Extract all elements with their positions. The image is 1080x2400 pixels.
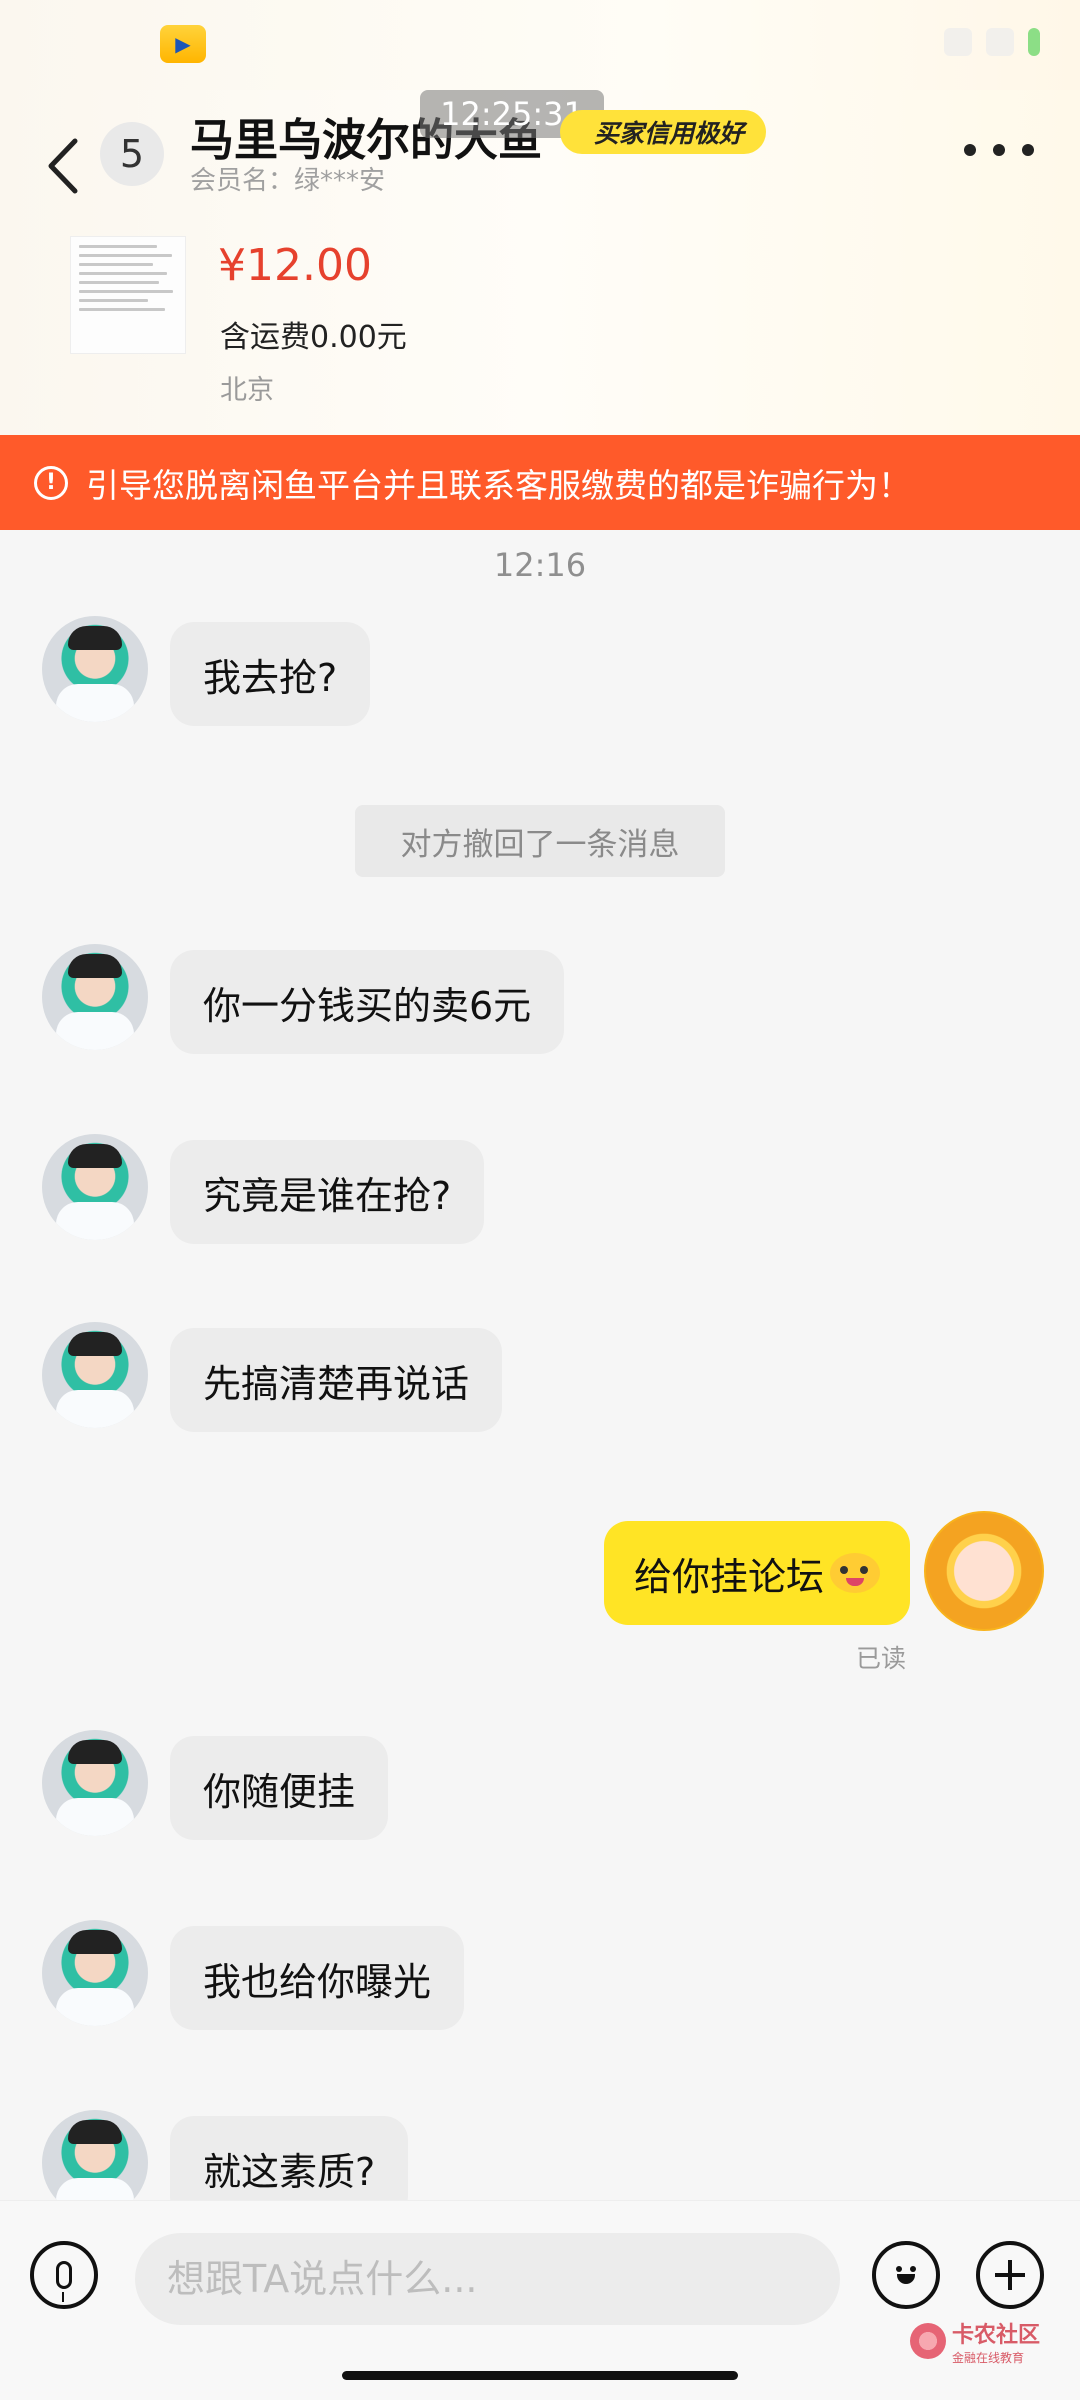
peer-message-bubble[interactable]: 你一分钱买的卖6元 bbox=[170, 950, 565, 1054]
fraud-warning-banner: ! 引导您脱离闲鱼平台并且联系客服缴费的都是诈骗行为！ bbox=[0, 435, 1080, 530]
peer-avatar[interactable] bbox=[42, 2110, 148, 2200]
shipping-fee: 含运费0.00元 bbox=[220, 320, 407, 355]
my-message-text: 给你挂论坛 bbox=[633, 1554, 824, 1599]
product-price: ¥12.00 bbox=[218, 240, 372, 291]
peer-avatar[interactable] bbox=[42, 1322, 148, 1428]
peer-avatar[interactable] bbox=[42, 1920, 148, 2026]
message-input[interactable] bbox=[135, 2233, 840, 2325]
crying-laughing-emoji-icon bbox=[830, 1553, 880, 1593]
product-location: 北京 bbox=[220, 375, 274, 406]
peer-avatar[interactable] bbox=[42, 1730, 148, 1836]
back-button[interactable] bbox=[38, 126, 88, 206]
credit-badge: 买家信用极好 bbox=[560, 110, 767, 154]
more-button[interactable] bbox=[964, 130, 1034, 170]
xianyu-app-icon: ▶ bbox=[160, 25, 206, 63]
conversation-header: 5 马里乌波尔的大鱼 12:25:31 买家信用极好 会员名：绿***安 ¥12… bbox=[0, 90, 1080, 435]
my-avatar[interactable] bbox=[924, 1511, 1044, 1631]
voice-button[interactable] bbox=[30, 2241, 98, 2309]
peer-message-bubble[interactable]: 先搞清楚再说话 bbox=[170, 1328, 503, 1432]
chat-screen: ▶ 5 马里乌波尔的大鱼 12:25:31 买家信用极好 会员名：绿***安 ¥… bbox=[0, 0, 1080, 2400]
member-name: 会员名：绿***安 bbox=[190, 166, 386, 196]
unread-count-badge[interactable]: 5 bbox=[100, 122, 164, 186]
product-thumbnail[interactable] bbox=[70, 236, 186, 354]
alert-circle-icon: ! bbox=[34, 465, 68, 500]
peer-message-bubble[interactable]: 就这素质? bbox=[170, 2116, 409, 2200]
read-status: 已读 bbox=[855, 1644, 906, 1673]
more-dot bbox=[993, 144, 1005, 156]
battery-icon bbox=[1028, 28, 1040, 56]
watermark-text: 卡农社区 bbox=[951, 2322, 1040, 2348]
peer-message-bubble[interactable]: 我去抢? bbox=[170, 622, 371, 726]
microphone-icon bbox=[56, 2261, 72, 2302]
watermark-subtext: 金融在线教育 bbox=[951, 2350, 1024, 2365]
watermark-logo-icon bbox=[909, 2323, 946, 2359]
plus-icon bbox=[995, 2260, 1025, 2290]
message-input-bar: 卡农社区 金融在线教育 bbox=[0, 2200, 1080, 2400]
chat-timestamp: 12:16 bbox=[493, 546, 587, 584]
status-glyph-2 bbox=[986, 28, 1014, 56]
peer-message-bubble[interactable]: 你随便挂 bbox=[170, 1736, 389, 1840]
status-bar: ▶ bbox=[0, 0, 1080, 90]
peer-avatar[interactable] bbox=[42, 1134, 148, 1240]
peer-message-bubble[interactable]: 我也给你曝光 bbox=[170, 1926, 465, 2030]
peer-avatar[interactable] bbox=[42, 944, 148, 1050]
emoji-button[interactable] bbox=[872, 2241, 940, 2309]
fraud-warning-text: 引导您脱离闲鱼平台并且联系客服缴费的都是诈骗行为！ bbox=[86, 465, 911, 505]
more-dot bbox=[1022, 144, 1034, 156]
watermark: 卡农社区 金融在线教育 bbox=[909, 2313, 1040, 2369]
peer-avatar[interactable] bbox=[42, 616, 148, 722]
more-actions-button[interactable] bbox=[976, 2241, 1044, 2309]
message-list[interactable]: 12:16 我去抢? 对方撤回了一条消息 你一分钱买的卖6元 究竟是谁在抢? 先… bbox=[0, 530, 1080, 2200]
emoji-icon bbox=[889, 2258, 923, 2292]
home-indicator[interactable] bbox=[342, 2371, 738, 2380]
system-message-recalled: 对方撤回了一条消息 bbox=[355, 805, 725, 877]
chevron-left-icon bbox=[48, 138, 78, 194]
my-message-bubble[interactable]: 给你挂论坛 bbox=[603, 1521, 910, 1625]
status-icons bbox=[944, 28, 1040, 56]
peer-message-bubble[interactable]: 究竟是谁在抢? bbox=[170, 1140, 485, 1244]
more-dot bbox=[964, 144, 976, 156]
status-glyph-1 bbox=[944, 28, 972, 56]
